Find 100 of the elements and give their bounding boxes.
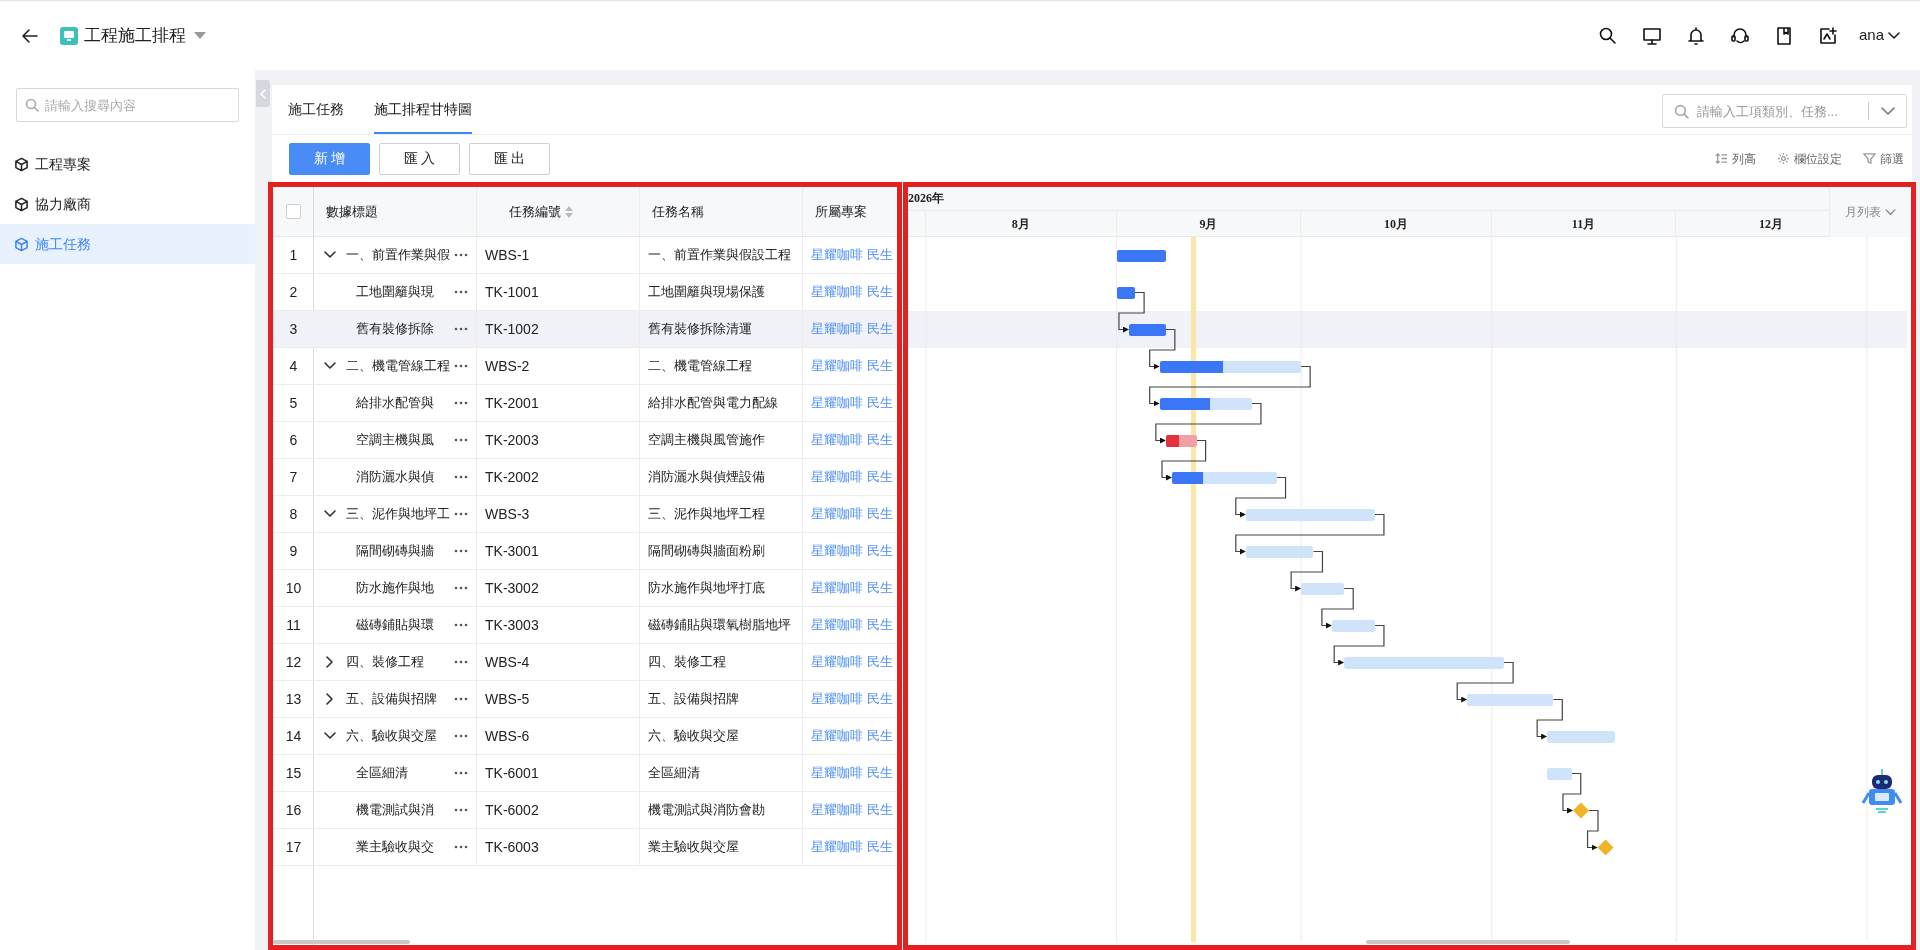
more-icon[interactable]	[454, 253, 468, 257]
table-row[interactable]: 15 全區細清 TK-6001 全區細清 星耀咖啡 民生	[273, 755, 897, 792]
gear-icon	[1777, 152, 1790, 165]
table-row[interactable]: 17 業主驗收與交 TK-6003 業主驗收與交屋 星耀咖啡 民生	[273, 829, 897, 866]
table-row[interactable]: 7 消防灑水與偵 TK-2002 消防灑水與偵煙設備 星耀咖啡 民生	[273, 459, 897, 496]
project-link[interactable]: 星耀咖啡 民生	[811, 504, 893, 524]
table-row[interactable]: 12 四、裝修工程 WBS-4 四、裝修工程 星耀咖啡 民生	[273, 644, 897, 681]
more-icon[interactable]	[454, 475, 468, 479]
table-row[interactable]: 13 五、設備與招牌 WBS-5 五、設備與招牌 星耀咖啡 民生	[273, 681, 897, 718]
row-number: 1	[289, 245, 298, 265]
project-link[interactable]: 星耀咖啡 民生	[811, 356, 893, 376]
table-cell-text: WBS-5	[485, 689, 530, 709]
table-cell-text: TK-6002	[485, 800, 539, 820]
table-row[interactable]: 11 磁磚鋪貼與環 TK-3003 磁磚鋪貼與環氧樹脂地坪 星耀咖啡 民生	[273, 607, 897, 644]
more-icon[interactable]	[454, 771, 468, 775]
task-title: 舊有裝修拆除	[356, 320, 434, 339]
chevron-right-icon[interactable]	[324, 693, 336, 705]
task-bar[interactable]	[1159, 360, 1302, 373]
project-link[interactable]: 星耀咖啡 民生	[811, 282, 893, 302]
project-link[interactable]: 星耀咖啡 民生	[811, 726, 893, 746]
robot-icon[interactable]	[1861, 768, 1903, 813]
project-link[interactable]: 星耀咖啡 民生	[811, 578, 893, 598]
chevron-down-icon[interactable]	[324, 510, 336, 518]
project-link[interactable]: 星耀咖啡 民生	[811, 689, 893, 709]
tab[interactable]: 施工排程甘特圖	[374, 86, 472, 134]
project-link[interactable]: 星耀咖啡 民生	[811, 467, 893, 487]
project-link[interactable]: 星耀咖啡 民生	[811, 430, 893, 450]
project-link[interactable]: 星耀咖啡 民生	[811, 541, 893, 561]
row-number: 17	[285, 837, 302, 857]
table-row[interactable]: 5 給排水配管與 TK-2001 給排水配管與電力配線 星耀咖啡 民生	[273, 385, 897, 422]
table-row[interactable]: 4 二、機電管線工程 WBS-2 二、機電管線工程 星耀咖啡 民生	[273, 348, 897, 385]
more-icon[interactable]	[454, 697, 468, 701]
more-icon[interactable]	[454, 364, 468, 368]
table-row[interactable]: 14 六、驗收與交屋 WBS-6 六、驗收與交屋 星耀咖啡 民生	[273, 718, 897, 755]
chevron-down-icon[interactable]	[324, 251, 336, 259]
chevron-down-icon	[1885, 208, 1896, 216]
task-bar[interactable]	[1165, 434, 1197, 447]
sidebar-search-field[interactable]: 請輸入搜尋內容	[16, 88, 239, 122]
search-icon	[1674, 104, 1689, 119]
toolbar-button[interactable]: 匯 出	[469, 142, 550, 175]
table-cell-text: WBS-4	[485, 652, 530, 672]
search-field[interactable]: 請輸入工項類別、任務...	[1662, 94, 1907, 128]
task-bar[interactable]	[1159, 397, 1252, 410]
user-menu[interactable]: ana	[1858, 24, 1900, 47]
more-icon[interactable]	[454, 623, 468, 627]
more-icon[interactable]	[454, 734, 468, 738]
row-number: 7	[289, 467, 298, 487]
task-title: 二、機電管線工程	[346, 357, 450, 376]
row-number: 9	[289, 541, 298, 561]
task-title: 全區細清	[356, 764, 408, 783]
more-icon[interactable]	[454, 290, 468, 294]
table-row[interactable]: 1 一、前置作業與假 WBS-1 一、前置作業與假設工程 星耀咖啡 民生	[273, 237, 897, 274]
more-icon[interactable]	[454, 845, 468, 849]
project-link[interactable]: 星耀咖啡 民生	[811, 800, 893, 820]
view-action-button[interactable]: 欄位設定	[1777, 149, 1842, 168]
search-icon	[25, 98, 39, 112]
table-row[interactable]: 16 機電測試與消 TK-6002 機電測試與消防會勘 星耀咖啡 民生	[273, 792, 897, 829]
collapse-handle[interactable]	[256, 80, 270, 107]
view-select[interactable]: 月列表	[1829, 187, 1911, 237]
more-icon[interactable]	[454, 586, 468, 590]
table-row[interactable]: 9 隔間砌磚與牆 TK-3001 隔間砌磚與牆面粉刷 星耀咖啡 民生	[273, 533, 897, 570]
dropdown-caret-icon[interactable]	[194, 31, 206, 40]
app-logo-icon	[60, 26, 78, 45]
progress-fill[interactable]	[1116, 249, 1166, 262]
chevron-down-icon[interactable]	[324, 362, 336, 370]
tab[interactable]: 施工任務	[288, 86, 344, 134]
project-link[interactable]: 星耀咖啡 民生	[811, 763, 893, 783]
sidebar-item[interactable]: 協力廠商	[0, 184, 255, 224]
app-title: 工程施工排程	[84, 24, 186, 47]
chevron-down-icon[interactable]	[324, 732, 336, 740]
more-icon[interactable]	[454, 808, 468, 812]
more-icon[interactable]	[454, 438, 468, 442]
table-row[interactable]: 6 空調主機與風 TK-2003 空調主機與風管施作 星耀咖啡 民生	[273, 422, 897, 459]
table-row[interactable]: 8 三、泥作與地坪工 WBS-3 三、泥作與地坪工程 星耀咖啡 民生	[273, 496, 897, 533]
chevron-right-icon[interactable]	[324, 656, 336, 668]
more-icon[interactable]	[454, 660, 468, 664]
view-action-button[interactable]: 篩選	[1863, 149, 1904, 168]
checkbox[interactable]	[285, 204, 301, 219]
view-action-button[interactable]: 列高	[1715, 149, 1756, 168]
table-row[interactable]: 10 防水施作與地 TK-3002 防水施作與地坪打底 星耀咖啡 民生	[273, 570, 897, 607]
more-icon[interactable]	[454, 401, 468, 405]
scrollbar-thumb[interactable]	[273, 940, 410, 944]
more-icon[interactable]	[454, 327, 468, 331]
toolbar-button[interactable]: 匯 入	[379, 142, 460, 175]
sidebar-item[interactable]: 工程專案	[0, 144, 255, 184]
project-link[interactable]: 星耀咖啡 民生	[811, 615, 893, 635]
table-cell-text: 四、裝修工程	[648, 653, 726, 672]
more-icon[interactable]	[454, 549, 468, 553]
project-link[interactable]: 星耀咖啡 民生	[811, 652, 893, 672]
project-link[interactable]: 星耀咖啡 民生	[811, 837, 893, 857]
row-number: 12	[285, 652, 302, 672]
task-title: 五、設備與招牌	[346, 690, 437, 709]
project-link[interactable]: 星耀咖啡 民生	[811, 393, 893, 413]
project-link[interactable]: 星耀咖啡 民生	[811, 245, 893, 265]
task-title: 消防灑水與偵	[356, 468, 434, 487]
table-cell-text: 舊有裝修拆除清運	[648, 320, 752, 339]
scrollbar-thumb[interactable]	[1366, 940, 1570, 944]
more-icon[interactable]	[454, 512, 468, 516]
table-row[interactable]: 3 舊有裝修拆除 TK-1002 舊有裝修拆除清運 星耀咖啡 民生	[273, 311, 897, 348]
task-bar[interactable]	[1172, 471, 1277, 484]
